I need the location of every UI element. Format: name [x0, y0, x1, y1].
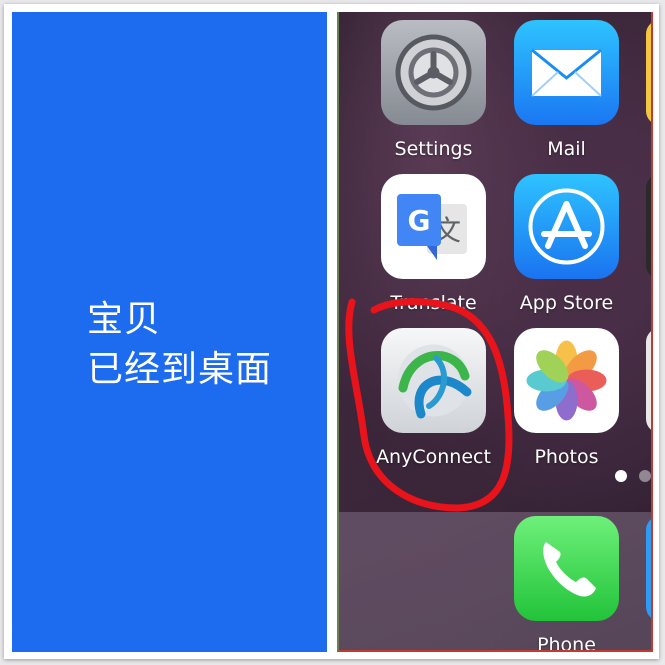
message-caption: 宝贝 已经到桌面: [87, 295, 272, 395]
app-app-store[interactable]: App Store: [514, 174, 619, 314]
svg-text:G: G: [408, 204, 431, 237]
partial-app-icon: [646, 516, 651, 621]
app-label-anyconnect: AnyConnect: [376, 446, 491, 468]
app-photos[interactable]: Photos: [514, 328, 619, 468]
ios-home-screen: Settings Mail 文 G Translate App Store An…: [337, 12, 653, 652]
mail-envelope-icon: [514, 20, 619, 125]
caption-line-1: 宝贝: [87, 299, 162, 340]
google-translate-icon: 文 G: [381, 174, 486, 279]
partial-app-icon: [646, 328, 651, 433]
partial-app-icon: [646, 20, 651, 125]
app-settings[interactable]: Settings: [381, 20, 486, 160]
app-label-app-store: App Store: [519, 292, 614, 314]
app-translate[interactable]: 文 G Translate: [381, 174, 486, 314]
dock: Phone: [339, 512, 651, 650]
anyconnect-icon: [381, 328, 486, 433]
app-label-photos: Photos: [534, 446, 599, 468]
photos-flower-icon: [514, 328, 619, 433]
message-panel: 宝贝 已经到桌面: [12, 12, 327, 652]
app-mail[interactable]: Mail: [514, 20, 619, 160]
app-anyconnect[interactable]: AnyConnect: [376, 328, 491, 468]
partial-app-icon: [646, 174, 651, 279]
settings-gear-icon: [381, 20, 486, 125]
phone-handset-icon: [514, 516, 619, 621]
page-dot-active: [615, 470, 627, 482]
app-store-icon: [514, 174, 619, 279]
app-label-phone: Phone: [537, 634, 596, 652]
app-phone[interactable]: Phone: [514, 516, 619, 650]
app-label-settings: Settings: [394, 138, 473, 160]
app-label-translate: Translate: [390, 292, 477, 314]
page-dot: [639, 470, 651, 482]
app-label-mail: Mail: [547, 138, 586, 160]
caption-line-2: 已经到桌面: [87, 349, 273, 390]
